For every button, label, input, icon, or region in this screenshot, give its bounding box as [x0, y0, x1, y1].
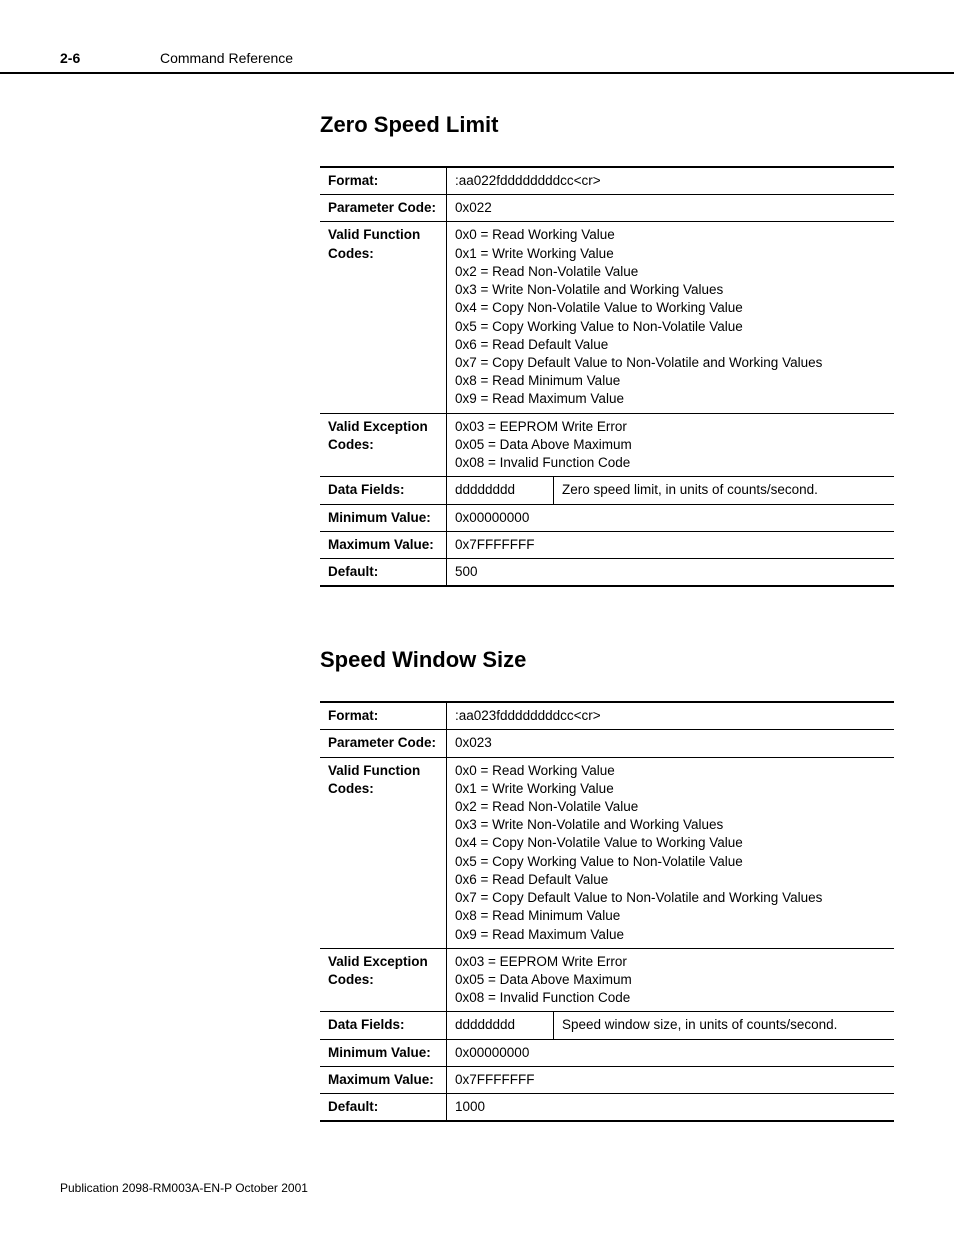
fn-code: 0x3 = Write Non-Volatile and Working Val…	[455, 816, 886, 834]
fn-code: 0x7 = Copy Default Value to Non-Volatile…	[455, 889, 886, 907]
data-field-desc: Speed window size, in units of counts/se…	[554, 1012, 895, 1039]
row-value: :aa022fddddddddcc<cr>	[447, 167, 895, 195]
row-value: 0x00000000	[447, 1039, 895, 1066]
row-value: 0x03 = EEPROM Write Error 0x05 = Data Ab…	[447, 413, 895, 477]
section-title-speed-window-size: Speed Window Size	[320, 647, 894, 673]
row-value: :aa023fddddddddcc<cr>	[447, 702, 895, 730]
row-label: Data Fields:	[320, 1012, 447, 1039]
fn-code: 0x2 = Read Non-Volatile Value	[455, 263, 886, 281]
ex-code: 0x03 = EEPROM Write Error	[455, 953, 886, 971]
fn-code: 0x6 = Read Default Value	[455, 336, 886, 354]
row-value: 0x7FFFFFFF	[447, 1066, 895, 1093]
data-field-desc: Zero speed limit, in units of counts/sec…	[554, 477, 895, 504]
row-value: 0x0 = Read Working Value 0x1 = Write Wor…	[447, 757, 895, 948]
fn-code: 0x9 = Read Maximum Value	[455, 926, 886, 944]
fn-code: 0x3 = Write Non-Volatile and Working Val…	[455, 281, 886, 299]
row-label: Default:	[320, 558, 447, 586]
ex-code: 0x03 = EEPROM Write Error	[455, 418, 886, 436]
row-label: Valid Function Codes:	[320, 757, 447, 948]
spec-table-zero-speed-limit: Format: :aa022fddddddddcc<cr> Parameter …	[320, 166, 894, 587]
row-label: Minimum Value:	[320, 504, 447, 531]
fn-code: 0x0 = Read Working Value	[455, 226, 886, 244]
ex-code: 0x05 = Data Above Maximum	[455, 436, 886, 454]
row-label: Valid Function Codes:	[320, 222, 447, 413]
page-content: Zero Speed Limit Format: :aa022fdddddddd…	[0, 112, 954, 1122]
data-field-name: dddddddd	[447, 477, 554, 504]
row-label: Minimum Value:	[320, 1039, 447, 1066]
fn-code: 0x4 = Copy Non-Volatile Value to Working…	[455, 299, 886, 317]
page-number: 2-6	[60, 50, 160, 66]
row-label: Data Fields:	[320, 477, 447, 504]
row-label: Maximum Value:	[320, 1066, 447, 1093]
row-label: Format:	[320, 702, 447, 730]
ex-code: 0x08 = Invalid Function Code	[455, 454, 886, 472]
page-header: 2-6 Command Reference	[0, 0, 954, 74]
ex-code: 0x08 = Invalid Function Code	[455, 989, 886, 1007]
data-field-name: dddddddd	[447, 1012, 554, 1039]
row-label: Format:	[320, 167, 447, 195]
section-title-zero-speed-limit: Zero Speed Limit	[320, 112, 894, 138]
publication-footer: Publication 2098-RM003A-EN-P October 200…	[60, 1181, 308, 1195]
row-label: Maximum Value:	[320, 531, 447, 558]
row-label: Default:	[320, 1094, 447, 1122]
row-label: Valid Exception Codes:	[320, 413, 447, 477]
fn-code: 0x5 = Copy Working Value to Non-Volatile…	[455, 853, 886, 871]
fn-code: 0x0 = Read Working Value	[455, 762, 886, 780]
row-label: Parameter Code:	[320, 730, 447, 757]
row-label: Valid Exception Codes:	[320, 948, 447, 1012]
row-value: 0x022	[447, 195, 895, 222]
ex-code: 0x05 = Data Above Maximum	[455, 971, 886, 989]
fn-code: 0x9 = Read Maximum Value	[455, 390, 886, 408]
row-value: 1000	[447, 1094, 895, 1122]
fn-code: 0x8 = Read Minimum Value	[455, 372, 886, 390]
row-value: 500	[447, 558, 895, 586]
row-value: 0x03 = EEPROM Write Error 0x05 = Data Ab…	[447, 948, 895, 1012]
fn-code: 0x8 = Read Minimum Value	[455, 907, 886, 925]
fn-code: 0x6 = Read Default Value	[455, 871, 886, 889]
row-value: 0x023	[447, 730, 895, 757]
fn-code: 0x1 = Write Working Value	[455, 245, 886, 263]
row-value: 0x0 = Read Working Value 0x1 = Write Wor…	[447, 222, 895, 413]
fn-code: 0x2 = Read Non-Volatile Value	[455, 798, 886, 816]
fn-code: 0x1 = Write Working Value	[455, 780, 886, 798]
row-value: 0x7FFFFFFF	[447, 531, 895, 558]
row-label: Parameter Code:	[320, 195, 447, 222]
section-name: Command Reference	[160, 50, 293, 66]
spec-table-speed-window-size: Format: :aa023fddddddddcc<cr> Parameter …	[320, 701, 894, 1122]
fn-code: 0x7 = Copy Default Value to Non-Volatile…	[455, 354, 886, 372]
row-value: 0x00000000	[447, 504, 895, 531]
fn-code: 0x4 = Copy Non-Volatile Value to Working…	[455, 834, 886, 852]
fn-code: 0x5 = Copy Working Value to Non-Volatile…	[455, 318, 886, 336]
